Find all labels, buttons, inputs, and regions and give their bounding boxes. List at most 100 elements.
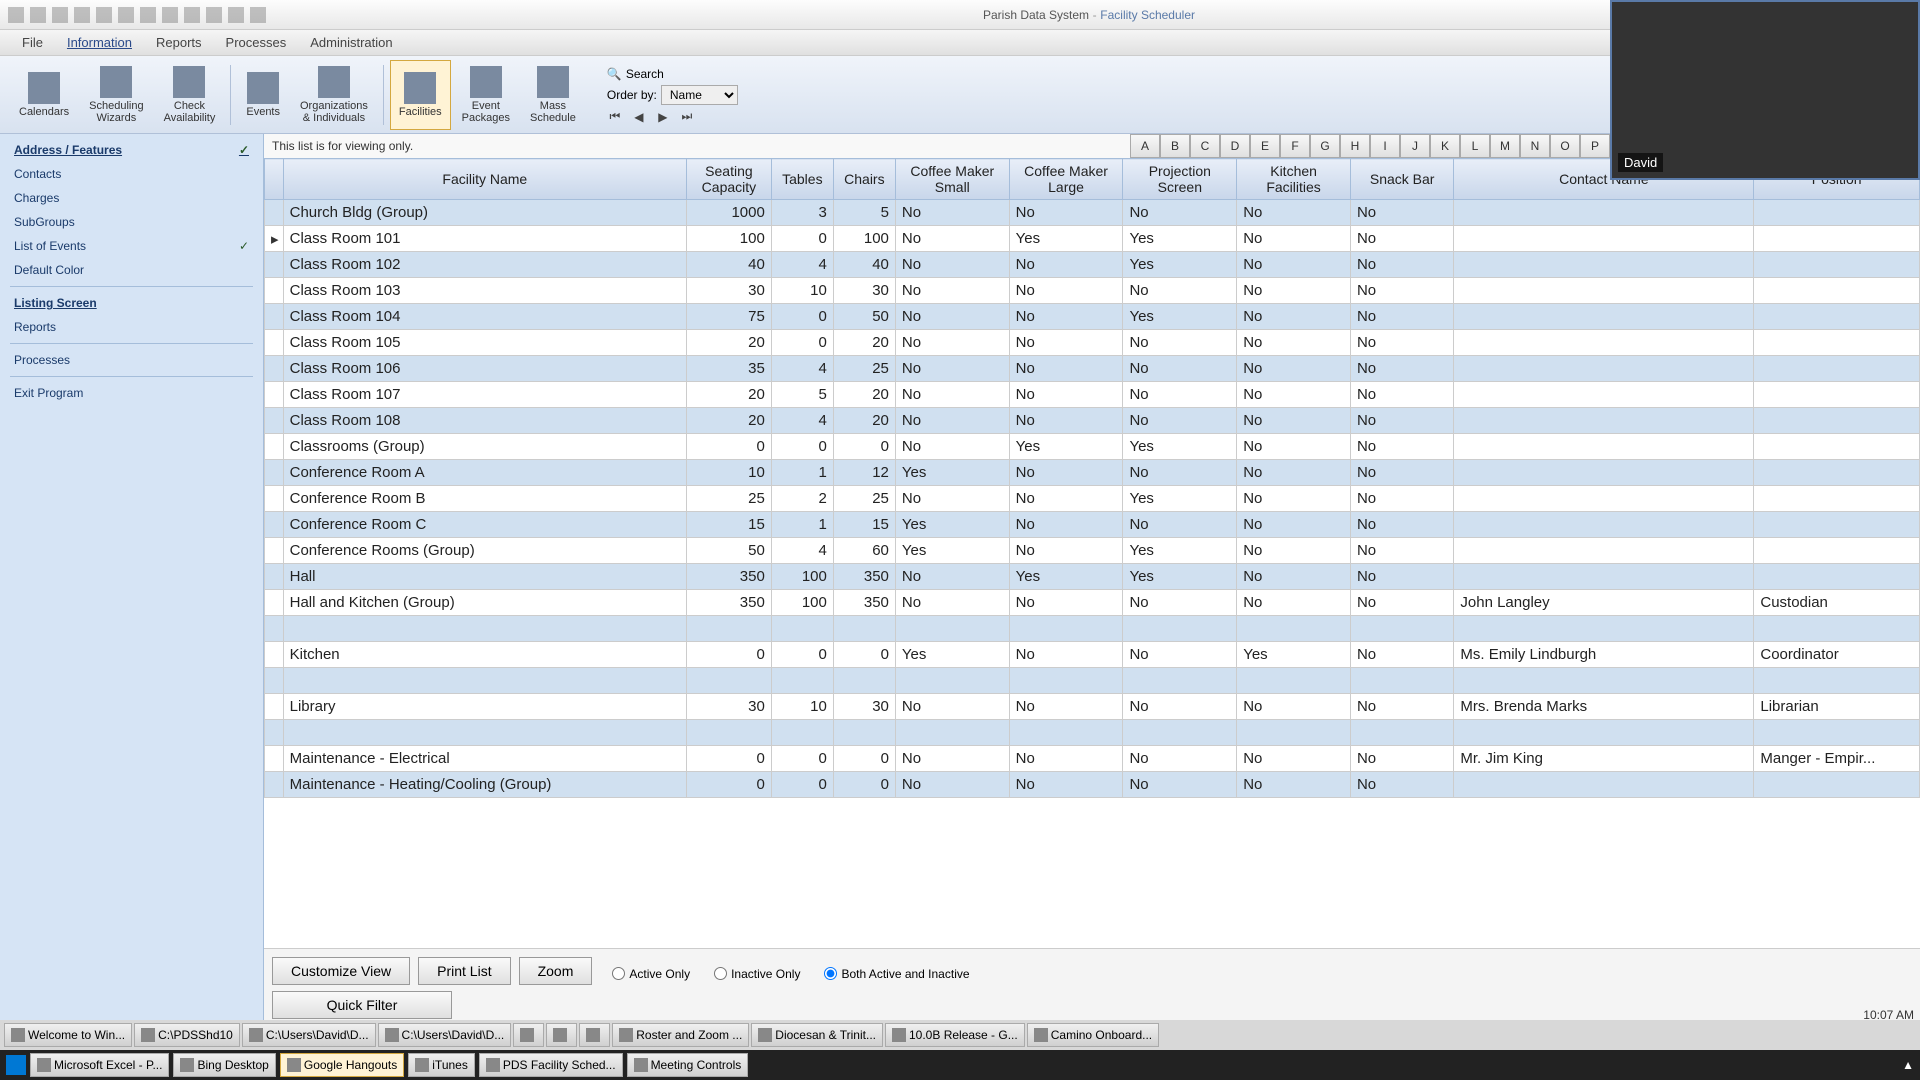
ribbon-events[interactable]: Events [237,60,289,130]
col-header[interactable]: Chairs [833,159,895,200]
ribbon-mass[interactable]: MassSchedule [521,60,585,130]
col-header[interactable] [265,159,284,200]
sidebar-processes[interactable]: Processes [0,348,263,372]
taskbar-item[interactable]: iTunes [408,1053,475,1077]
qat-icon[interactable] [52,7,68,23]
col-header[interactable]: Snack Bar [1350,159,1453,200]
sidebar-contacts[interactable]: Contacts [0,162,263,186]
table-row[interactable]: Class Room 10240440NoNoYesNoNo [265,252,1920,278]
ribbon-check[interactable]: CheckAvailability [155,60,225,130]
sidebar-default-color[interactable]: Default Color [0,258,263,282]
table-row[interactable]: Class Room 10635425NoNoNoNoNo [265,356,1920,382]
ribbon-organizations[interactable]: Organizations& Individuals [291,60,377,130]
alpha-B[interactable]: B [1160,134,1190,158]
table-row[interactable]: Class Room 10820420NoNoNoNoNo [265,408,1920,434]
table-row[interactable]: Maintenance - Electrical000NoNoNoNoNoMr.… [265,746,1920,772]
alpha-C[interactable]: C [1190,134,1220,158]
nav-next[interactable]: ▶ [655,111,671,123]
alpha-M[interactable]: M [1490,134,1520,158]
ribbon-facilities[interactable]: Facilities [390,60,451,130]
table-row[interactable]: Church Bldg (Group)100035NoNoNoNoNo [265,200,1920,226]
sidebar-subgroups[interactable]: SubGroups [0,210,263,234]
alpha-P[interactable]: P [1580,134,1610,158]
nav-last[interactable]: ⏭ [679,111,695,123]
alpha-I[interactable]: I [1370,134,1400,158]
alpha-O[interactable]: O [1550,134,1580,158]
qat-icon[interactable] [162,7,178,23]
radio-inactive-only[interactable]: Inactive Only [714,967,800,981]
col-header[interactable]: Kitchen Facilities [1237,159,1351,200]
table-row[interactable]: Library301030NoNoNoNoNoMrs. Brenda Marks… [265,694,1920,720]
taskbar-item[interactable]: Roster and Zoom ... [612,1023,749,1047]
customize-view-button[interactable]: Customize View [272,957,410,985]
qat-icon[interactable] [140,7,156,23]
table-row[interactable]: Conference Room C15115YesNoNoNoNo [265,512,1920,538]
taskbar-item[interactable]: Bing Desktop [173,1053,275,1077]
qat-icon[interactable] [74,7,90,23]
taskbar-item[interactable] [513,1023,544,1047]
qat-icon[interactable] [184,7,200,23]
qat-icon[interactable] [206,7,222,23]
table-row[interactable]: Conference Room B25225NoNoYesNoNo [265,486,1920,512]
system-tray[interactable]: ▲ [1902,1058,1914,1072]
alpha-L[interactable]: L [1460,134,1490,158]
alpha-F[interactable]: F [1280,134,1310,158]
table-row[interactable]: Kitchen000YesNoNoYesNoMs. Emily Lindburg… [265,642,1920,668]
col-header[interactable]: Tables [771,159,833,200]
alpha-D[interactable]: D [1220,134,1250,158]
col-header[interactable]: Coffee Maker Large [1009,159,1123,200]
menu-administration[interactable]: Administration [298,30,404,55]
taskbar-item[interactable]: Meeting Controls [627,1053,749,1077]
print-list-button[interactable]: Print List [418,957,510,985]
sidebar-charges[interactable]: Charges [0,186,263,210]
qat-icon[interactable] [30,7,46,23]
ribbon-event[interactable]: EventPackages [453,60,519,130]
taskbar-item[interactable]: Microsoft Excel - P... [30,1053,169,1077]
orderby-row[interactable]: Order by:Name [607,85,738,105]
table-row[interactable]: Class Room 10520020NoNoNoNoNo [265,330,1920,356]
table-row[interactable]: Maintenance - Heating/Cooling (Group)000… [265,772,1920,798]
taskbar-item[interactable]: C:\PDSShd10 [134,1023,240,1047]
sidebar-list-of-events[interactable]: List of Events✓ [0,234,263,258]
col-header[interactable]: Seating Capacity [687,159,772,200]
alpha-G[interactable]: G [1310,134,1340,158]
menu-reports[interactable]: Reports [144,30,214,55]
taskbar-item[interactable]: Camino Onboard... [1027,1023,1159,1047]
table-row[interactable] [265,616,1920,642]
alpha-H[interactable]: H [1340,134,1370,158]
start-button[interactable] [6,1055,26,1075]
table-row[interactable]: ▸Class Room 1011000100NoYesYesNoNo [265,226,1920,252]
sidebar-address-features[interactable]: Address / Features✓ [0,138,263,162]
grid[interactable]: Facility NameSeating CapacityTablesChair… [264,158,1920,948]
qat-icon[interactable] [250,7,266,23]
table-row[interactable]: Class Room 103301030NoNoNoNoNo [265,278,1920,304]
radio-both-active-and-inactive[interactable]: Both Active and Inactive [824,967,969,981]
radio-active-only[interactable]: Active Only [612,967,690,981]
sidebar-listing-screen[interactable]: Listing Screen [0,291,263,315]
table-row[interactable]: Hall350100350NoYesYesNoNo [265,564,1920,590]
taskbar-item[interactable]: PDS Facility Sched... [479,1053,623,1077]
qat-icon[interactable] [8,7,24,23]
qat-icon[interactable] [118,7,134,23]
taskbar-item[interactable]: C:\Users\David\D... [378,1023,512,1047]
table-row[interactable]: Class Room 10720520NoNoNoNoNo [265,382,1920,408]
alpha-A[interactable]: A [1130,134,1160,158]
taskbar-item[interactable] [546,1023,577,1047]
taskbar-item[interactable]: Welcome to Win... [4,1023,132,1047]
table-row[interactable] [265,668,1920,694]
sidebar-exit-program[interactable]: Exit Program [0,381,263,405]
nav-prev[interactable]: ◀ [631,111,647,123]
table-row[interactable] [265,720,1920,746]
table-row[interactable]: Classrooms (Group)000NoYesYesNoNo [265,434,1920,460]
alpha-J[interactable]: J [1400,134,1430,158]
taskbar-item[interactable]: C:\Users\David\D... [242,1023,376,1047]
qat-icon[interactable] [228,7,244,23]
ribbon-calendars[interactable]: Calendars [10,60,78,130]
menu-information[interactable]: Information [55,30,144,55]
menu-processes[interactable]: Processes [214,30,299,55]
table-row[interactable]: Hall and Kitchen (Group)350100350NoNoNoN… [265,590,1920,616]
table-row[interactable]: Conference Room A10112YesNoNoNoNo [265,460,1920,486]
sidebar-reports[interactable]: Reports [0,315,263,339]
qat-icon[interactable] [96,7,112,23]
taskbar-item[interactable]: 10.0B Release - G... [885,1023,1025,1047]
